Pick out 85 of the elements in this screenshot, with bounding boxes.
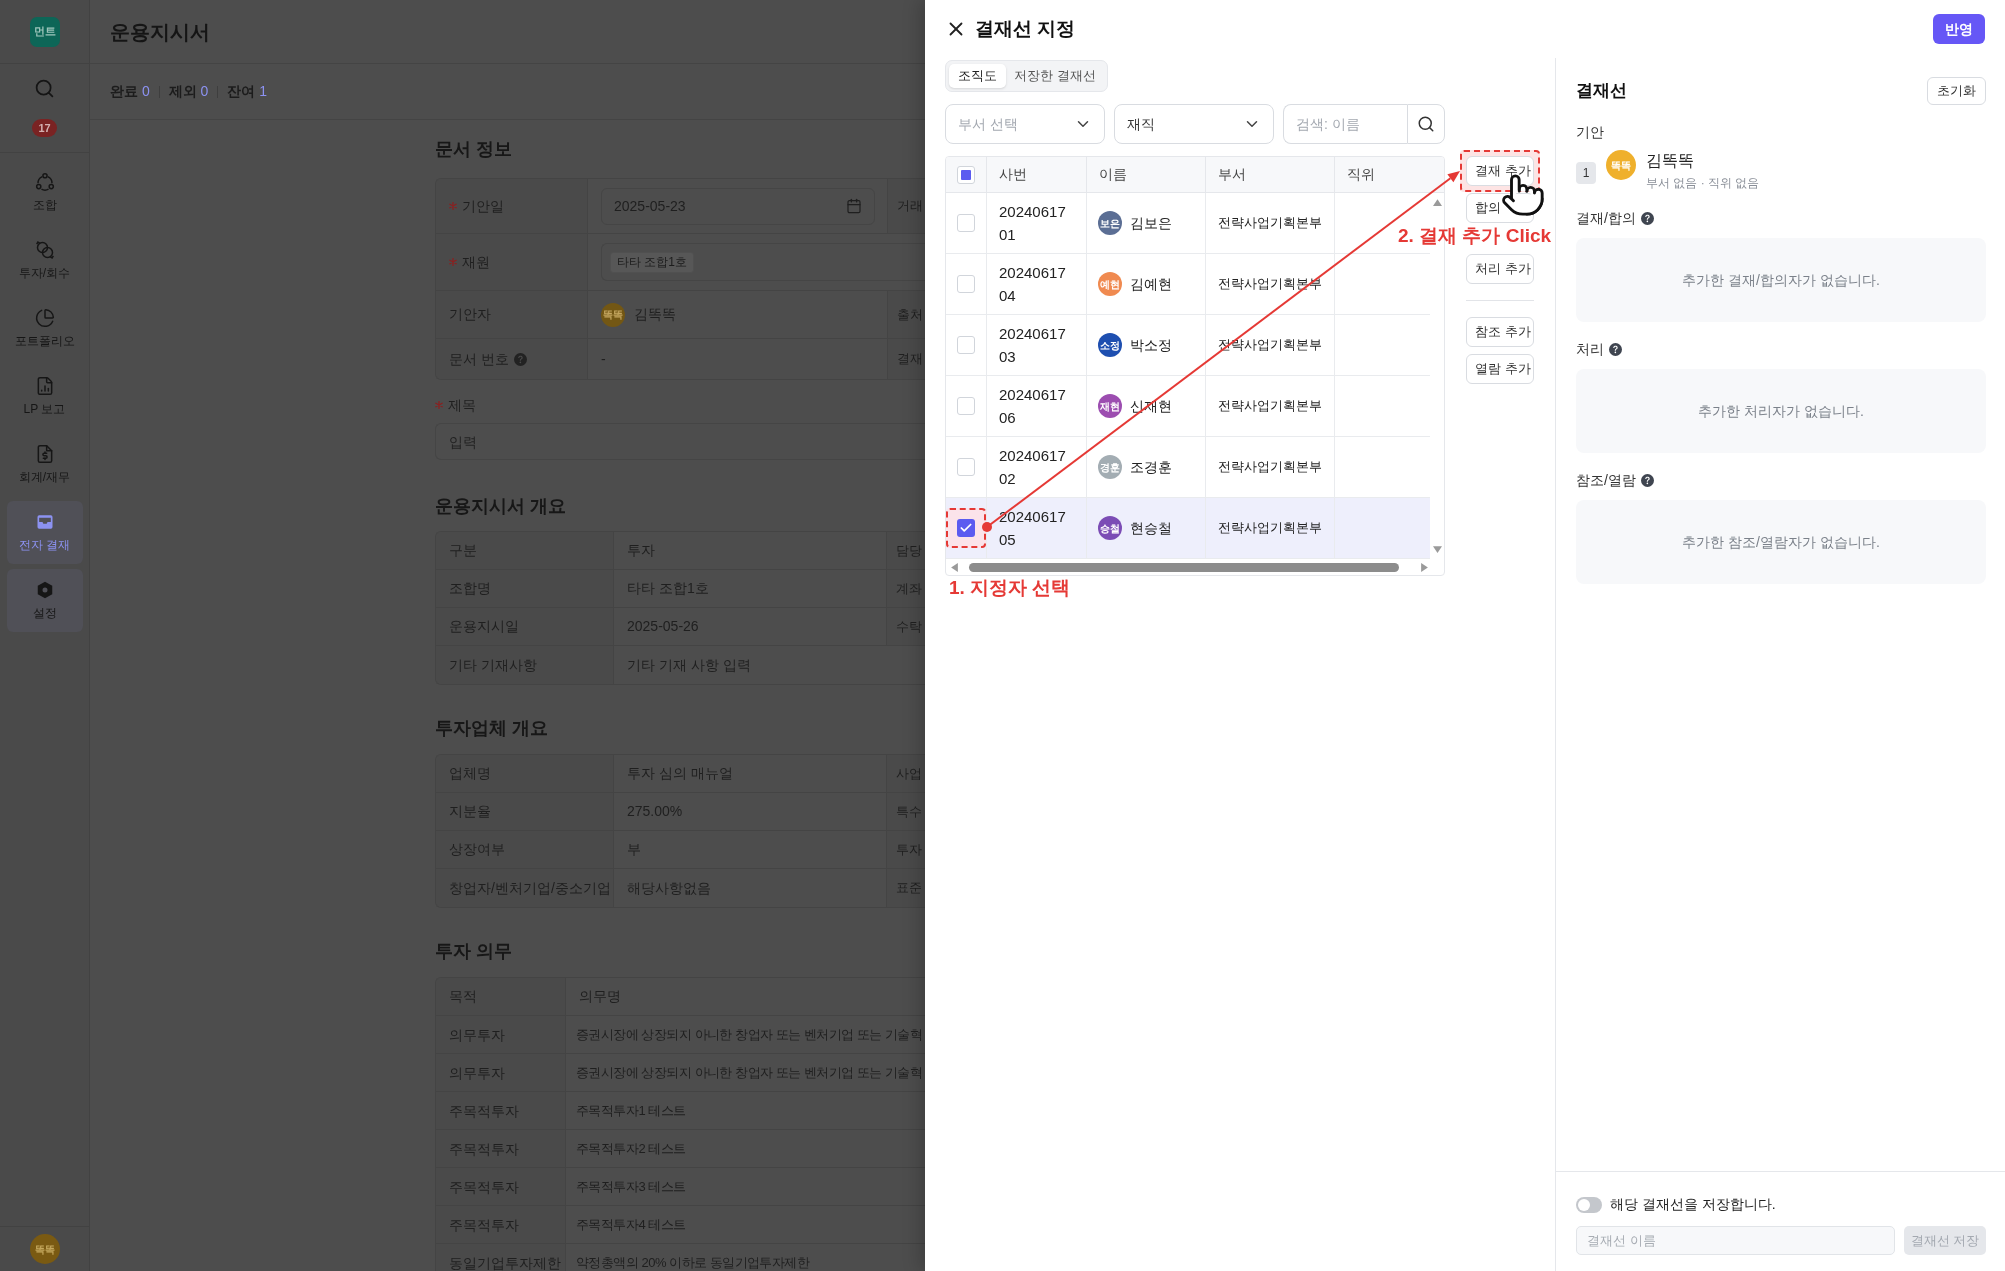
action-button[interactable]: 처리 추가 [1466, 254, 1534, 284]
column-header: 사번 [999, 165, 1027, 184]
reset-button[interactable]: 초기화 [1927, 77, 1986, 105]
drawer-title: 결재선 지정 [975, 16, 1076, 41]
check-icon [959, 521, 973, 535]
column-header: 직위 [1347, 165, 1375, 184]
line-name-field[interactable]: 결재선 이름 [1576, 1226, 1895, 1255]
scroll-left-icon[interactable] [951, 562, 958, 572]
search-button[interactable] [1407, 104, 1445, 144]
employee-number: 2024061703 [999, 324, 1067, 367]
employee-name: 김예현 [1130, 274, 1172, 294]
apply-button[interactable]: 반영 [1933, 14, 1985, 44]
department-name: 전략사업기획본부 [1218, 397, 1322, 416]
checkbox[interactable] [957, 397, 975, 415]
section-label: 처리 [1576, 340, 1604, 359]
user-avatar[interactable]: 똑똑 [29, 1234, 60, 1264]
help-icon[interactable] [1609, 342, 1622, 356]
empty-message: 추가한 결재/합의자가 없습니다. [1682, 270, 1880, 290]
toggle-switch[interactable] [1576, 1196, 1602, 1213]
avatar: 소정 [1098, 333, 1122, 357]
action-button[interactable]: 참조 추가 [1466, 317, 1534, 347]
select-all-checkbox[interactable] [957, 165, 975, 184]
employee-number: 2024061706 [999, 385, 1067, 428]
department-select[interactable]: 부서 선택 [945, 104, 1105, 144]
scroll-up-icon[interactable] [1432, 199, 1442, 206]
empty-message: 추가한 처리자가 없습니다. [1698, 401, 1864, 421]
toggle-label: 해당 결재선을 저장합니다. [1610, 1195, 1776, 1214]
tab[interactable]: 조직도 [949, 64, 1006, 88]
nav-item[interactable]: 설정 [6, 569, 83, 632]
step-annotation: 1. 지정자 선택 [949, 576, 1071, 600]
checkbox[interactable] [957, 214, 975, 232]
scrollbar-thumb[interactable] [969, 562, 1399, 572]
empty-message: 추가한 참조/열람자가 없습니다. [1682, 532, 1880, 552]
document-number: - [601, 349, 606, 369]
search-icon [1417, 115, 1435, 133]
avatar: 경훈 [1098, 455, 1122, 479]
column-header: 이름 [1099, 165, 1127, 184]
checkbox[interactable] [957, 275, 975, 293]
checkbox[interactable] [957, 458, 975, 476]
status-select[interactable]: 재직 [1114, 104, 1274, 144]
help-icon[interactable] [1640, 211, 1654, 225]
section-label: 기안 [1576, 123, 1604, 142]
search-field[interactable]: 검색: 이름 [1283, 104, 1407, 144]
employee-number: 2024061704 [999, 263, 1067, 306]
order-badge: 1 [1576, 162, 1596, 184]
step-annotation: 2. 결재 추가 Click [1398, 224, 1552, 248]
avatar: 재현 [1098, 394, 1122, 418]
drafter-name: 김똑똑 [1646, 151, 1695, 171]
scroll-right-icon[interactable] [1421, 562, 1428, 572]
employee-number: 2024061705 [999, 507, 1067, 550]
pie-chart-icon [34, 308, 55, 328]
tab[interactable]: 저장한 결재선 [1006, 64, 1104, 88]
avatar: 승철 [1098, 516, 1122, 540]
cycle-nodes-icon [34, 172, 55, 192]
avatar: 보은 [1098, 211, 1122, 235]
panel-title: 결재선 [1576, 80, 1627, 103]
action-button[interactable]: 열람 추가 [1466, 354, 1534, 384]
avatar: 예현 [1098, 272, 1122, 296]
linked-circles-icon [34, 240, 55, 260]
department-name: 전략사업기획본부 [1218, 519, 1322, 538]
app-logo[interactable]: 먼트 [29, 16, 60, 47]
calendar-icon [846, 198, 862, 214]
checkbox[interactable] [957, 336, 975, 354]
section-label: 결재/합의 [1576, 209, 1636, 228]
column-header: 부서 [1218, 165, 1246, 184]
section-label: 참조/열람 [1576, 471, 1636, 490]
employee-number: 2024061701 [999, 202, 1067, 245]
nav-item[interactable]: 전자 결재 [6, 501, 83, 564]
avatar: 똑똑 [1606, 150, 1636, 180]
help-icon[interactable] [1640, 473, 1654, 487]
page-title: 운용지시서 [110, 19, 210, 45]
checkbox[interactable] [957, 519, 975, 537]
employee-name: 김보은 [1130, 213, 1172, 233]
search-icon[interactable] [34, 78, 55, 99]
employee-number: 2024061702 [999, 446, 1067, 489]
department-name: 전략사업기획본부 [1218, 214, 1322, 233]
employee-name: 박소정 [1130, 335, 1172, 355]
employee-name: 현승철 [1130, 518, 1172, 538]
action-button[interactable]: 결재 추가 [1466, 156, 1534, 186]
notification-badge: 17 [32, 119, 57, 137]
employee-name: 조경훈 [1130, 457, 1172, 477]
drafter-details: 부서 없음 · 직위 없음 [1646, 175, 1760, 191]
department-name: 전략사업기획본부 [1218, 458, 1322, 477]
scroll-down-icon[interactable] [1432, 546, 1442, 553]
avatar: 똑똑 [601, 302, 625, 327]
